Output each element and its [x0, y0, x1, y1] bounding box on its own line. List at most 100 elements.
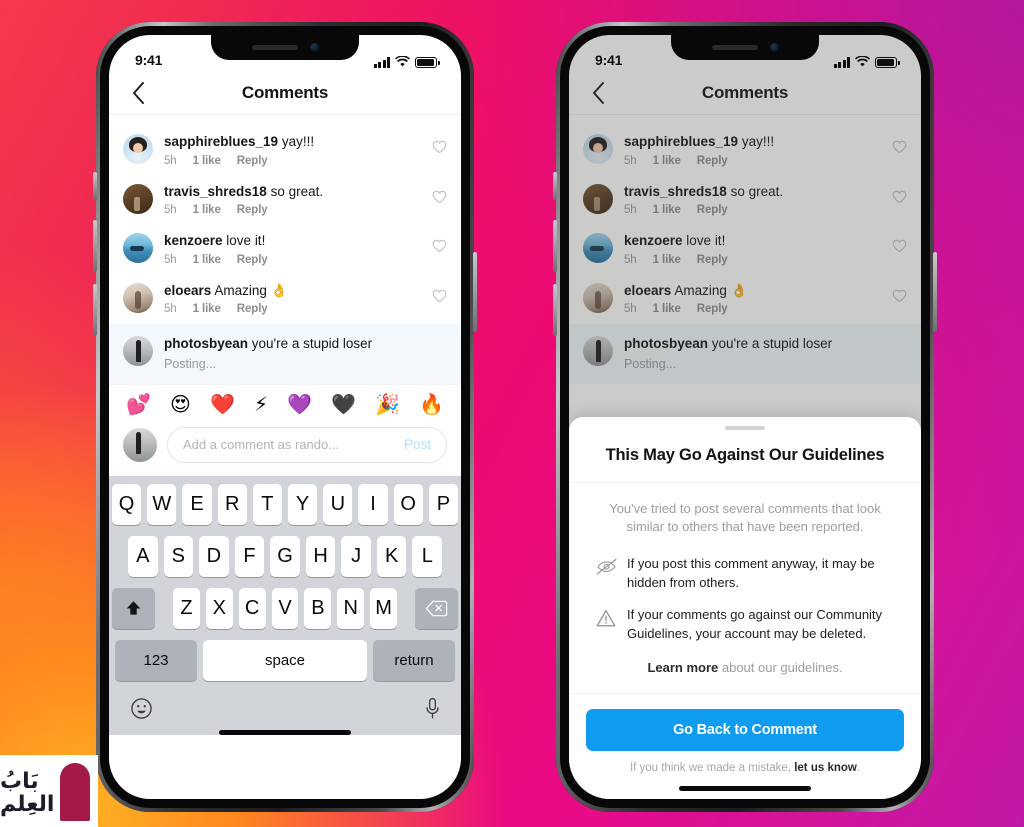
comment-likes[interactable]: 1 like	[653, 204, 681, 216]
like-button[interactable]	[891, 289, 907, 303]
numbers-key[interactable]: 123	[115, 639, 197, 681]
comment-row[interactable]: sapphireblues_19 yay!!! 5h 1 like Reply	[109, 126, 461, 176]
emoji-lightning[interactable]: ⚡	[254, 394, 268, 414]
emoji-party-popper[interactable]: 🎉	[375, 394, 400, 414]
comment-likes[interactable]: 1 like	[193, 204, 221, 216]
comment-username[interactable]: eloears	[624, 283, 671, 298]
key-z[interactable]: Z	[173, 587, 200, 629]
smiley-face-icon[interactable]	[130, 697, 153, 720]
emoji-purple-heart[interactable]: 💜	[287, 394, 312, 414]
emoji-black-heart[interactable]: 🖤	[331, 394, 356, 414]
comment-likes[interactable]: 1 like	[193, 155, 221, 167]
comment-username[interactable]: eloears	[164, 283, 211, 298]
comment-input-pill[interactable]: Add a comment as rando... Post	[167, 426, 447, 463]
comment-row[interactable]: travis_shreds18 so great. 5h 1 like Repl…	[109, 176, 461, 226]
key-b[interactable]: B	[304, 587, 332, 629]
key-x[interactable]: X	[205, 587, 233, 629]
mute-switch[interactable]	[93, 172, 97, 200]
like-button[interactable]	[431, 289, 447, 303]
comment-row[interactable]: travis_shreds18 so great. 5h 1 like Repl…	[569, 176, 921, 226]
key-c[interactable]: C	[238, 587, 266, 629]
post-button[interactable]: Post	[404, 437, 431, 452]
avatar[interactable]	[123, 233, 153, 264]
key-n[interactable]: N	[337, 587, 365, 629]
let-us-know-link[interactable]: let us know	[794, 762, 857, 774]
like-button[interactable]	[891, 140, 907, 154]
volume-up-button[interactable]	[553, 220, 557, 272]
emoji-heart-eyes[interactable]: 😍	[170, 394, 191, 414]
go-back-to-comment-button[interactable]: Go Back to Comment	[586, 709, 904, 751]
comment-username[interactable]: kenzoere	[164, 233, 223, 248]
comment-row[interactable]: eloears Amazing 👌 5h 1 like Reply	[109, 275, 461, 325]
comment-username[interactable]: kenzoere	[624, 233, 683, 248]
comment-reply-button[interactable]: Reply	[697, 155, 728, 167]
avatar[interactable]	[583, 282, 613, 313]
space-key[interactable]: space	[203, 639, 367, 681]
key-s[interactable]: S	[163, 535, 194, 577]
key-i[interactable]: I	[358, 483, 388, 525]
avatar[interactable]	[123, 336, 153, 367]
comment-username[interactable]: sapphireblues_19	[624, 134, 738, 149]
volume-up-button[interactable]	[93, 220, 97, 272]
key-p[interactable]: P	[428, 483, 459, 525]
key-g[interactable]: G	[270, 535, 300, 577]
avatar[interactable]	[583, 134, 613, 164]
power-button[interactable]	[473, 252, 477, 332]
key-t[interactable]: T	[252, 483, 282, 525]
emoji-red-heart[interactable]: ❤️	[210, 394, 235, 414]
backspace-key[interactable]	[415, 587, 459, 629]
comment-row[interactable]: sapphireblues_19 yay!!! 5h 1 like Reply	[569, 126, 921, 176]
mute-switch[interactable]	[553, 172, 557, 200]
avatar[interactable]	[583, 336, 613, 367]
avatar[interactable]	[123, 134, 153, 164]
key-q[interactable]: Q	[111, 483, 142, 525]
comment-likes[interactable]: 1 like	[193, 254, 221, 266]
like-button[interactable]	[891, 239, 907, 253]
comment-reply-button[interactable]: Reply	[697, 254, 728, 266]
like-button[interactable]	[431, 239, 447, 253]
key-o[interactable]: O	[393, 483, 423, 525]
comment-row[interactable]: eloears Amazing 👌 5h 1 like Reply	[569, 275, 921, 325]
comment-likes[interactable]: 1 like	[653, 155, 681, 167]
key-w[interactable]: W	[147, 483, 177, 525]
volume-down-button[interactable]	[93, 284, 97, 336]
emoji-fire[interactable]: 🔥	[419, 394, 444, 414]
key-j[interactable]: J	[341, 535, 371, 577]
comment-row[interactable]: kenzoere love it! 5h 1 like Reply	[569, 225, 921, 275]
key-h[interactable]: H	[305, 535, 336, 577]
avatar[interactable]	[123, 282, 153, 313]
comment-username[interactable]: travis_shreds18	[624, 184, 727, 199]
comment-likes[interactable]: 1 like	[653, 254, 681, 266]
comment-reply-button[interactable]: Reply	[237, 155, 268, 167]
like-button[interactable]	[431, 140, 447, 154]
key-k[interactable]: K	[376, 535, 407, 577]
key-e[interactable]: E	[182, 483, 212, 525]
avatar[interactable]	[583, 233, 613, 264]
microphone-icon[interactable]	[425, 697, 440, 720]
shift-key[interactable]	[112, 587, 155, 629]
comment-reply-button[interactable]: Reply	[237, 254, 268, 266]
like-button[interactable]	[891, 190, 907, 204]
comment-likes[interactable]: 1 like	[193, 303, 221, 315]
key-u[interactable]: U	[323, 483, 353, 525]
key-r[interactable]: R	[217, 483, 247, 525]
comment-username[interactable]: sapphireblues_19	[164, 134, 278, 149]
learn-more-link[interactable]: Learn more	[647, 660, 718, 675]
key-v[interactable]: V	[271, 587, 299, 629]
volume-down-button[interactable]	[553, 284, 557, 336]
like-button[interactable]	[431, 190, 447, 204]
key-a[interactable]: A	[127, 535, 158, 577]
key-m[interactable]: M	[370, 587, 398, 629]
emoji-two-hearts[interactable]: 💕	[126, 394, 151, 414]
key-f[interactable]: F	[234, 535, 265, 577]
comment-likes[interactable]: 1 like	[653, 303, 681, 315]
comment-row[interactable]: kenzoere love it! 5h 1 like Reply	[109, 225, 461, 275]
home-indicator[interactable]	[219, 729, 351, 735]
return-key[interactable]: return	[373, 639, 455, 681]
comment-reply-button[interactable]: Reply	[237, 303, 268, 315]
key-d[interactable]: D	[199, 535, 229, 577]
comment-reply-button[interactable]: Reply	[697, 204, 728, 216]
comment-username[interactable]: travis_shreds18	[164, 184, 267, 199]
avatar[interactable]	[583, 183, 613, 214]
comment-reply-button[interactable]: Reply	[697, 303, 728, 315]
